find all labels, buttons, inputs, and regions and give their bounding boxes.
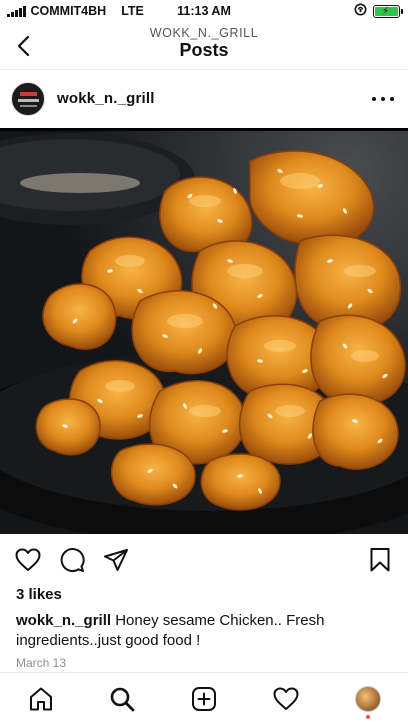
- avatar: [355, 686, 381, 712]
- status-bar: COMMIT4BH LTE 11:13 AM ⚡: [0, 0, 408, 22]
- heart-icon: [273, 687, 299, 710]
- avatar[interactable]: [11, 82, 45, 116]
- post-image[interactable]: [0, 128, 408, 534]
- tab-activity[interactable]: [272, 685, 300, 713]
- like-button[interactable]: [14, 546, 42, 574]
- plus-square-icon: [192, 687, 216, 711]
- share-button[interactable]: [102, 546, 130, 574]
- send-icon: [104, 549, 128, 571]
- comment-icon: [60, 548, 85, 572]
- caption-username[interactable]: wokk_n._grill: [16, 612, 111, 629]
- comment-button[interactable]: [58, 546, 86, 574]
- post-username[interactable]: wokk_n._grill: [57, 90, 155, 107]
- food-photo: [0, 131, 408, 534]
- more-options-button[interactable]: [372, 90, 394, 108]
- status-time: 11:13 AM: [177, 4, 231, 18]
- notification-dot: [366, 715, 370, 719]
- tab-search[interactable]: [108, 685, 136, 713]
- post-actions: [0, 546, 408, 574]
- tab-home[interactable]: [27, 685, 55, 713]
- status-right: ⚡: [354, 3, 403, 19]
- screen-lock-icon: [354, 3, 367, 19]
- bookmark-icon: [370, 548, 390, 572]
- post-date: March 13: [16, 656, 67, 670]
- likes-count[interactable]: 3 likes: [16, 586, 62, 603]
- page-title: Posts: [179, 40, 229, 60]
- tab-new-post[interactable]: [190, 685, 218, 713]
- heart-icon: [15, 548, 41, 571]
- search-icon: [110, 687, 135, 712]
- post-header: wokk_n._grill: [0, 72, 408, 126]
- save-button[interactable]: [366, 546, 394, 574]
- nav-header: WOKK_N._GRILL Posts: [0, 22, 408, 70]
- battery-icon: ⚡: [373, 4, 403, 18]
- more-horizontal-icon: [372, 97, 376, 101]
- account-name: WOKK_N._GRILL: [149, 26, 259, 40]
- post-caption: wokk_n._grill Honey sesame Chicken.. Fre…: [16, 611, 396, 651]
- home-icon: [30, 687, 52, 711]
- bottom-tab-bar: [0, 672, 408, 725]
- tab-profile[interactable]: [354, 685, 382, 713]
